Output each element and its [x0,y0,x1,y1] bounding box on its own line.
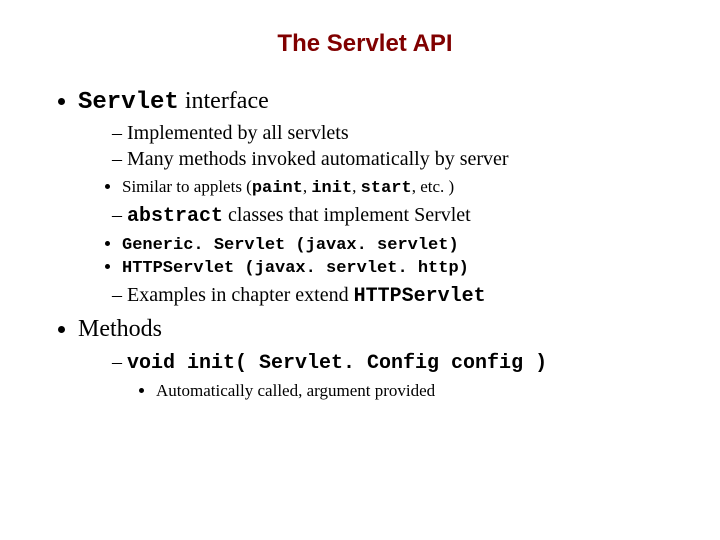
sub-many-methods: Many methods invoked automatically by se… [112,148,680,171]
subsub-http-servlet: HTTPServlet (javax. servlet. http) [122,257,680,278]
subsublist: Similar to applets (paint, init, start, … [78,177,680,198]
code-servlet: Servlet [78,89,179,116]
sub-abstract-classes: abstract classes that implement Servlet [112,204,680,228]
slide-title: The Servlet API [50,30,680,58]
sub-examples-extend: Examples in chapter extend HTTPServlet [112,284,680,308]
bullet-servlet-interface: Servlet interface Implemented by all ser… [78,88,680,308]
text-interface: interface [179,88,269,114]
sublist: void init( Servlet. Config config ) [50,351,680,375]
sublist: abstract classes that implement Servlet [78,204,680,228]
sub-void-init: void init( Servlet. Config config ) [112,351,680,375]
subsublist: Generic. Servlet (javax. servlet) HTTPSe… [78,234,680,278]
subsub-similar-applets: Similar to applets (paint, init, start, … [122,177,680,198]
bullet-methods: Methods [78,316,680,343]
slide: The Servlet API Servlet interface Implem… [0,0,720,425]
subsublist: Automatically called, argument provided [50,381,680,401]
subsub-auto-called: Automatically called, argument provided [156,381,680,401]
code-abstract: abstract [127,205,223,228]
sublist: Implemented by all servlets Many methods… [78,122,680,171]
subsub-generic-servlet: Generic. Servlet (javax. servlet) [122,234,680,255]
sublist: Examples in chapter extend HTTPServlet [78,284,680,308]
bullet-list: Servlet interface Implemented by all ser… [50,88,680,343]
sub-implemented: Implemented by all servlets [112,122,680,145]
